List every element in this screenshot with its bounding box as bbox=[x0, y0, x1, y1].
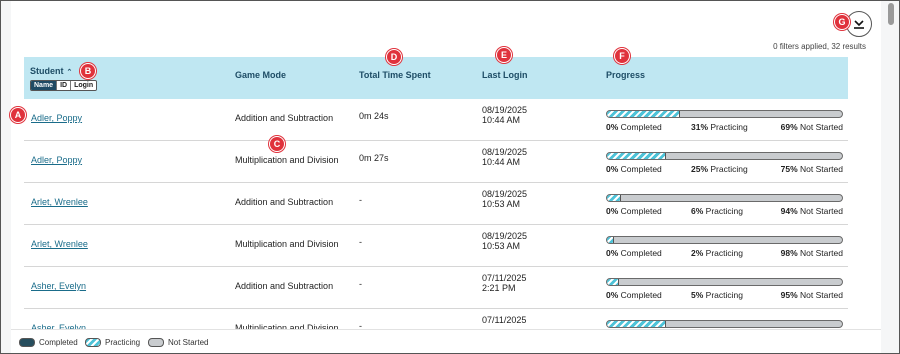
last-login-date: 08/19/2025 bbox=[482, 105, 528, 115]
last-login-time: 2:21 PM bbox=[482, 283, 516, 293]
student-link[interactable]: Adler, Poppy bbox=[31, 155, 82, 165]
last-login-cell: 08/19/2025 10:44 AM bbox=[482, 147, 527, 167]
progress-bar bbox=[606, 110, 843, 118]
progress-bar-practicing-fill bbox=[607, 111, 680, 117]
toggle-login[interactable]: Login bbox=[71, 81, 97, 90]
student-link[interactable]: Adler, Poppy bbox=[31, 113, 82, 123]
progress-bar bbox=[606, 194, 843, 202]
table-row: Asher, Evelyn Addition and Subtraction - 07… bbox=[24, 267, 848, 309]
not-started-label: 95% Not Started bbox=[780, 290, 843, 300]
legend-completed: Completed bbox=[19, 338, 78, 347]
time-spent-cell: 0m 27s bbox=[359, 153, 389, 163]
not-started-swatch bbox=[148, 338, 164, 347]
table-row: Arlet, Wrenlee Addition and Subtraction - 0… bbox=[24, 183, 848, 225]
last-login-cell: 07/11/2025 bbox=[482, 315, 526, 325]
completed-label: 0% Completed bbox=[606, 248, 662, 258]
student-id-toggle: Name ID Login bbox=[30, 80, 98, 91]
not-started-label: 98% Not Started bbox=[780, 248, 843, 258]
time-spent-cell: - bbox=[359, 195, 362, 205]
practicing-label: 25% Practicing bbox=[691, 164, 748, 174]
marker-c: C bbox=[269, 136, 285, 152]
legend-practicing: Practicing bbox=[85, 338, 140, 347]
time-spent-cell: - bbox=[359, 237, 362, 247]
student-header-label: Student bbox=[30, 66, 64, 76]
progress-bar-practicing-fill bbox=[607, 153, 666, 159]
progress-bar-practicing-fill bbox=[607, 279, 619, 285]
practicing-label: 31% Practicing bbox=[691, 122, 748, 132]
completed-swatch bbox=[19, 338, 35, 347]
column-header-progress: Progress bbox=[606, 70, 646, 80]
table-row: Adler, Poppy Addition and Subtraction 0m 2… bbox=[24, 99, 848, 141]
marker-e: E bbox=[496, 47, 512, 63]
marker-f: F bbox=[614, 48, 630, 64]
legend-not-started-label: Not Started bbox=[168, 338, 209, 347]
column-header-game-mode: Game Mode bbox=[235, 70, 287, 80]
scrollbar-thumb[interactable] bbox=[888, 3, 894, 25]
not-started-label: 75% Not Started bbox=[780, 164, 843, 174]
marker-d: D bbox=[386, 49, 402, 65]
game-mode-cell: Multiplication and Division bbox=[235, 239, 339, 249]
progress-bar-practicing-fill bbox=[607, 195, 622, 201]
table-row: Arlet, Wrenlee Multiplication and Divisio… bbox=[24, 225, 848, 267]
completed-label: 0% Completed bbox=[606, 290, 662, 300]
column-header-last-login: Last Login bbox=[482, 70, 528, 80]
game-mode-cell: Multiplication and Division bbox=[235, 155, 339, 165]
student-link[interactable]: Arlet, Wrenlee bbox=[31, 197, 88, 207]
completed-label: 0% Completed bbox=[606, 164, 662, 174]
last-login-time: 10:53 AM bbox=[482, 199, 521, 209]
column-header-student[interactable]: Student ⌃ bbox=[30, 66, 72, 76]
student-link[interactable]: Asher, Evelyn bbox=[31, 281, 86, 291]
progress-legend: Completed Practicing Not Started bbox=[11, 329, 881, 353]
last-login-date: 07/11/2025 bbox=[482, 273, 527, 283]
marker-a: A bbox=[10, 107, 26, 123]
filters-summary: 0 filters applied, 32 results bbox=[773, 42, 866, 51]
practicing-label: 2% Practicing bbox=[691, 248, 743, 258]
practicing-swatch bbox=[85, 338, 101, 347]
progress-bar-practicing-fill bbox=[607, 321, 666, 327]
download-icon bbox=[854, 20, 864, 29]
practicing-label: 6% Practicing bbox=[691, 206, 743, 216]
last-login-cell: 08/19/2025 10:53 AM bbox=[482, 231, 527, 251]
game-mode-cell: Addition and Subtraction bbox=[235, 113, 334, 123]
completed-label: 0% Completed bbox=[606, 206, 662, 216]
toggle-id[interactable]: ID bbox=[57, 81, 72, 90]
progress-bar bbox=[606, 320, 843, 328]
progress-bar bbox=[606, 152, 843, 160]
marker-g: G bbox=[834, 14, 850, 30]
last-login-time: 10:53 AM bbox=[482, 241, 521, 251]
progress-bar-practicing-fill bbox=[607, 237, 615, 243]
not-started-label: 69% Not Started bbox=[780, 122, 843, 132]
table-header: Student ⌃ Name ID Login Game Mode Total T… bbox=[24, 57, 848, 99]
last-login-cell: 08/19/2025 10:53 AM bbox=[482, 189, 527, 209]
game-mode-cell: Addition and Subtraction bbox=[235, 281, 334, 291]
last-login-date: 08/19/2025 bbox=[482, 147, 528, 157]
last-login-date: 08/19/2025 bbox=[482, 231, 528, 241]
table-row: Adler, Poppy Multiplication and Division 0… bbox=[24, 141, 848, 183]
vertical-scrollbar[interactable] bbox=[886, 3, 896, 353]
progress-bar bbox=[606, 278, 843, 286]
not-started-label: 94% Not Started bbox=[780, 206, 843, 216]
column-header-total-time: Total Time Spent bbox=[359, 70, 431, 80]
report-frame: 0 filters applied, 32 results Student ⌃ N… bbox=[0, 0, 900, 354]
game-mode-cell: Addition and Subtraction bbox=[235, 197, 334, 207]
last-login-cell: 07/11/2025 2:21 PM bbox=[482, 273, 526, 293]
download-button[interactable] bbox=[846, 11, 872, 37]
legend-practicing-label: Practicing bbox=[105, 338, 141, 347]
practicing-label: 5% Practicing bbox=[691, 290, 743, 300]
completed-label: 0% Completed bbox=[606, 122, 662, 132]
last-login-date: 07/11/2025 bbox=[482, 315, 527, 325]
last-login-time: 10:44 AM bbox=[482, 157, 521, 167]
marker-b: B bbox=[80, 63, 96, 79]
legend-completed-label: Completed bbox=[39, 338, 78, 347]
last-login-time: 10:44 AM bbox=[482, 115, 521, 125]
chevron-up-icon[interactable]: ⌃ bbox=[67, 69, 73, 76]
time-spent-cell: - bbox=[359, 279, 362, 289]
last-login-cell: 08/19/2025 10:44 AM bbox=[482, 105, 527, 125]
time-spent-cell: 0m 24s bbox=[359, 111, 389, 121]
toggle-name[interactable]: Name bbox=[31, 81, 58, 90]
progress-bar bbox=[606, 236, 843, 244]
student-link[interactable]: Arlet, Wrenlee bbox=[31, 239, 88, 249]
legend-not-started: Not Started bbox=[148, 338, 208, 347]
last-login-date: 08/19/2025 bbox=[482, 189, 528, 199]
